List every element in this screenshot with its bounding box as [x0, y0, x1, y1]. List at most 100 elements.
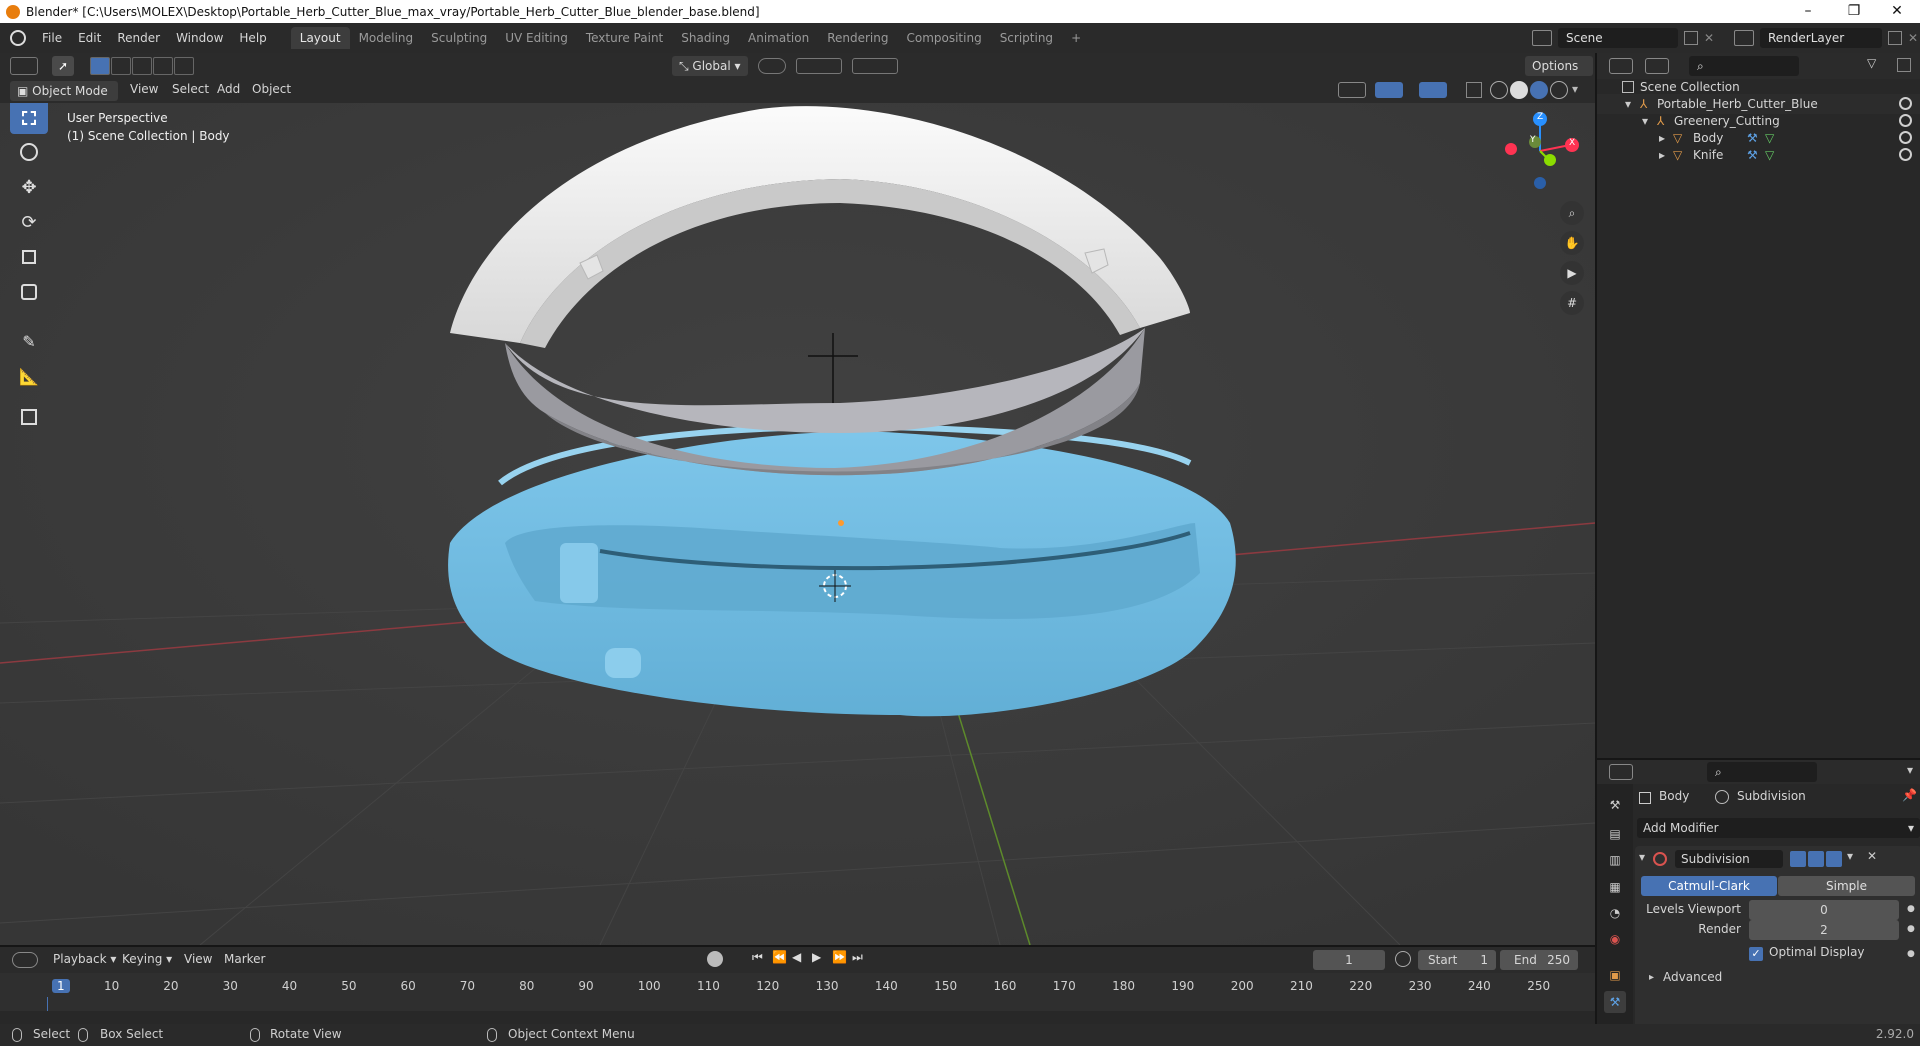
cursor-tool[interactable] — [10, 136, 48, 168]
visibility-eye-icon[interactable] — [1899, 114, 1912, 127]
viewport-menu-object[interactable]: Object — [252, 82, 291, 96]
add-workspace-button[interactable]: + — [1062, 27, 1090, 49]
render-layer-browse-icon[interactable] — [1734, 30, 1754, 46]
scale-tool[interactable] — [10, 241, 48, 273]
scene-tab-icon[interactable]: ◔ — [1604, 902, 1626, 924]
properties-search-input[interactable]: ⌕ — [1707, 762, 1817, 782]
snap-icon[interactable] — [796, 58, 842, 74]
record-button[interactable] — [707, 951, 723, 967]
rendered-shading-icon[interactable] — [1550, 81, 1568, 99]
viewport-menu-add[interactable]: Add — [217, 82, 240, 96]
tab-modeling[interactable]: Modeling — [350, 27, 423, 49]
tool-tab-icon[interactable]: ⚒ — [1604, 794, 1626, 816]
rotate-tool[interactable]: ⟳ — [10, 206, 48, 238]
visibility-eye-icon[interactable] — [1899, 131, 1912, 144]
pan-hand-icon[interactable]: ✋ — [1560, 231, 1584, 255]
keyframe-dot-icon[interactable]: ● — [1907, 904, 1915, 914]
modifier-tab-icon[interactable]: ⚒ — [1604, 991, 1626, 1013]
visibility-eye-icon[interactable] — [1899, 97, 1912, 110]
menu-file[interactable]: File — [34, 31, 70, 45]
close-button[interactable]: ✕ — [1874, 0, 1920, 23]
blender-menu-icon[interactable] — [10, 30, 26, 46]
properties-editor-type-icon[interactable] — [1609, 764, 1633, 780]
timeline-editor-type-icon[interactable] — [12, 952, 38, 968]
select-mode-invert-icon[interactable] — [153, 57, 173, 75]
outliner-search-input[interactable]: ⌕ — [1689, 56, 1799, 76]
measure-tool[interactable]: 📐 — [10, 360, 48, 392]
orthographic-grid-icon[interactable]: # — [1560, 291, 1584, 315]
menu-window[interactable]: Window — [168, 31, 231, 45]
navigation-gizmo[interactable] — [1495, 111, 1585, 191]
outliner-editor-type-icon[interactable] — [1609, 58, 1633, 74]
next-keyframe-icon[interactable]: ⏩ — [832, 950, 847, 964]
annotate-tool[interactable]: ✎ — [10, 325, 48, 357]
xray-toggle-icon[interactable] — [1466, 82, 1482, 98]
proportional-editing-icon[interactable] — [852, 58, 898, 74]
expand-arrow-icon[interactable]: ▸ — [1659, 145, 1665, 165]
wireframe-shading-icon[interactable] — [1490, 81, 1508, 99]
add-cube-tool[interactable] — [10, 401, 48, 433]
transform-tool[interactable] — [10, 276, 48, 308]
menu-render[interactable]: Render — [109, 31, 168, 45]
mesh-data-icon[interactable]: ▽ — [1765, 145, 1774, 165]
simple-button[interactable]: Simple — [1778, 876, 1915, 896]
timeline-menu-marker[interactable]: Marker — [224, 952, 265, 966]
scene-browse-icon[interactable] — [1532, 30, 1552, 46]
3d-viewport[interactable]: User Perspective (1) Scene Collection | … — [0, 103, 1595, 945]
remove-modifier-icon[interactable]: ✕ — [1867, 849, 1877, 863]
camera-view-icon[interactable]: ▶ — [1560, 261, 1584, 285]
play-reverse-icon[interactable]: ◀ — [792, 950, 801, 964]
tab-shading[interactable]: Shading — [672, 27, 739, 49]
select-tool-icon[interactable]: ➚ — [52, 56, 74, 76]
modifier-name-field[interactable]: Subdivision — [1675, 850, 1783, 868]
properties-options-chevron-icon[interactable]: ▾ — [1907, 763, 1913, 777]
tab-animation[interactable]: Animation — [739, 27, 818, 49]
tab-rendering[interactable]: Rendering — [818, 27, 897, 49]
tab-compositing[interactable]: Compositing — [897, 27, 990, 49]
new-scene-icon[interactable] — [1684, 31, 1698, 45]
render-layer-field[interactable]: RenderLayer — [1760, 28, 1882, 48]
view-layer-tab-icon[interactable]: ▦ — [1604, 876, 1626, 898]
tab-uv-editing[interactable]: UV Editing — [496, 27, 577, 49]
prev-keyframe-icon[interactable]: ⏪ — [772, 950, 787, 964]
viewport-menu-select[interactable]: Select — [172, 82, 209, 96]
render-tab-icon[interactable]: ▤ — [1604, 823, 1626, 845]
viewport-menu-view[interactable]: View — [130, 82, 158, 96]
object-mode-dropdown[interactable]: ▣ Object Mode ▾ — [10, 81, 118, 118]
menu-help[interactable]: Help — [231, 31, 274, 45]
advanced-subpanel[interactable]: Advanced — [1663, 970, 1722, 984]
current-frame-field[interactable]: 1 — [1313, 950, 1385, 970]
play-icon[interactable]: ▶ — [812, 950, 821, 964]
preview-range-icon[interactable] — [1395, 951, 1411, 967]
tab-layout[interactable]: Layout — [290, 27, 350, 49]
jump-start-icon[interactable]: ⏮ — [752, 950, 763, 965]
output-tab-icon[interactable]: ▥ — [1604, 849, 1626, 871]
select-mode-new-icon[interactable] — [90, 57, 110, 75]
menu-edit[interactable]: Edit — [70, 31, 109, 45]
restore-button[interactable]: ❐ — [1831, 0, 1877, 23]
material-shading-icon[interactable] — [1530, 81, 1548, 99]
delete-render-layer-icon[interactable]: ✕ — [1908, 31, 1918, 45]
select-mode-extend-icon[interactable] — [111, 57, 131, 75]
options-dropdown[interactable]: Options ▾ — [1525, 56, 1593, 93]
render-levels-field[interactable]: 2 — [1749, 920, 1899, 940]
keyframe-dot-icon[interactable]: ● — [1907, 924, 1915, 934]
zoom-icon[interactable]: ⌕ — [1560, 201, 1584, 225]
outliner-row-knife[interactable]: ▸ ▽ Knife ⚒ ▽ — [1597, 145, 1920, 165]
gizmo-toggle-icon[interactable] — [1375, 82, 1403, 98]
render-toggle-icon[interactable] — [1826, 851, 1842, 867]
tab-scripting[interactable]: Scripting — [991, 27, 1062, 49]
collapse-arrow-icon[interactable]: ▾ — [1639, 850, 1645, 864]
edit-mode-toggle-icon[interactable] — [1790, 851, 1806, 867]
object-tab-icon[interactable]: ▣ — [1604, 964, 1626, 986]
modifier-menu-chevron-icon[interactable]: ▾ — [1847, 849, 1853, 863]
pin-icon[interactable]: 📌 — [1902, 788, 1917, 802]
levels-viewport-field[interactable]: 0 — [1749, 900, 1899, 920]
visibility-eye-icon[interactable] — [1899, 148, 1912, 161]
catmull-clark-button[interactable]: Catmull-Clark — [1641, 876, 1777, 896]
editor-type-icon[interactable] — [10, 57, 38, 75]
add-modifier-dropdown[interactable]: Add Modifier ▾ — [1637, 818, 1920, 838]
overlays-toggle-icon[interactable] — [1419, 82, 1447, 98]
pivot-point-icon[interactable] — [758, 58, 786, 74]
select-box-tool[interactable] — [10, 103, 48, 134]
